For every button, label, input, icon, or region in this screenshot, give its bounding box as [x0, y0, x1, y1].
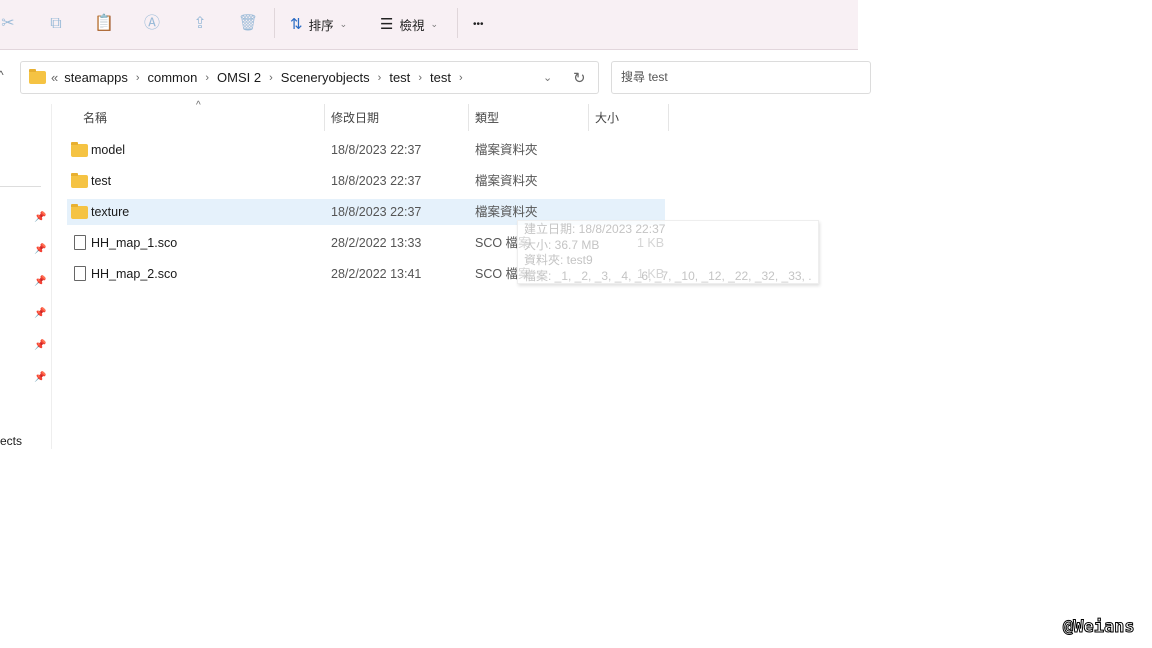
watermark: @Weians [1063, 617, 1136, 638]
address-bar[interactable]: « steamapps › common › OMSI 2 › Sceneryobje… [20, 61, 599, 94]
pin-icon[interactable]: 📌 [34, 244, 46, 255]
sort-button[interactable]: ⇅ 排序 ⌄ [290, 12, 347, 36]
sort-label: 排序 [308, 18, 334, 33]
view-button[interactable]: ☰ 檢視 ⌄ [380, 12, 438, 36]
chevron-right-icon[interactable]: › [205, 72, 209, 84]
chevron-right-icon[interactable]: › [378, 72, 382, 84]
breadcrumb-item[interactable]: test [389, 70, 410, 85]
search-input[interactable]: 搜尋 test [611, 61, 871, 94]
file-date: 28/2/2022 13:33 [331, 236, 422, 250]
column-header-date[interactable]: 修改日期 [331, 104, 379, 132]
cut-icon[interactable]: ✂ [0, 12, 20, 36]
pin-icon[interactable]: 📌 [34, 212, 46, 223]
breadcrumb-item[interactable]: common [148, 70, 198, 85]
chevron-right-icon[interactable]: › [136, 72, 140, 84]
address-dropdown-icon[interactable]: ⌄ [543, 71, 552, 84]
file-name: texture [91, 205, 130, 219]
file-row[interactable]: test 18/8/2023 22:37 檔案資料夾 [67, 168, 665, 194]
navigation-pane: 📌 📌 📌 📌 📌 📌 ects [0, 104, 52, 449]
file-name: test [91, 174, 112, 188]
tooltip-folders: 資料夾: test9 [524, 253, 593, 267]
pin-icon[interactable]: 📌 [34, 308, 46, 319]
column-header-type[interactable]: 類型 [475, 104, 499, 132]
more-options-button[interactable]: ••• [473, 12, 484, 36]
file-date: 18/8/2023 22:37 [331, 205, 422, 219]
file-type: 檔案資料夾 [475, 143, 538, 157]
chevron-right-icon[interactable]: › [459, 72, 463, 84]
file-date: 18/8/2023 22:37 [331, 143, 422, 157]
chevron-right-icon[interactable]: › [418, 72, 422, 84]
tooltip-files: 檔案: _1, _2, _3, _4, _6, _7, _10, _12, _2… [524, 268, 812, 283]
file-date: 28/2/2022 13:41 [331, 267, 422, 281]
breadcrumb-item[interactable]: steamapps [64, 70, 128, 85]
pin-icon[interactable]: 📌 [34, 276, 46, 287]
file-name: HH_map_2.sco [91, 267, 178, 281]
file-name: HH_map_1.sco [91, 236, 178, 250]
sort-ascending-icon: ^ [196, 100, 201, 111]
view-label: 檢視 [399, 18, 425, 33]
file-date: 18/8/2023 22:37 [331, 174, 422, 188]
chevron-down-icon: ⌄ [430, 18, 439, 29]
rename-icon[interactable]: Ⓐ [140, 12, 164, 36]
folder-tooltip: 建立日期: 18/8/2023 22:37 大小: 36.7 MB 資料夾: t… [517, 220, 819, 284]
chevron-down-icon: ⌄ [339, 18, 348, 29]
file-icon [74, 266, 86, 281]
tooltip-created: 建立日期: 18/8/2023 22:37 [524, 222, 666, 236]
breadcrumb-item[interactable]: Sceneryobjects [281, 70, 370, 85]
sort-icon: ⇅ [290, 16, 303, 33]
chevron-right-icon[interactable]: › [269, 72, 273, 84]
column-header-name[interactable]: 名稱 [83, 104, 107, 132]
file-type: 檔案資料夾 [475, 174, 538, 188]
copy-icon[interactable]: ⧉ [44, 12, 68, 36]
folder-icon [71, 142, 88, 157]
delete-icon[interactable]: 🗑 [236, 12, 260, 36]
refresh-icon[interactable]: ↻ [573, 69, 586, 87]
tooltip-size: 大小: 36.7 MB [524, 237, 600, 252]
file-icon [74, 235, 86, 250]
folder-icon [71, 204, 88, 219]
pin-icon[interactable]: 📌 [34, 340, 46, 351]
nav-item-label[interactable]: ects [0, 434, 22, 448]
pin-icon[interactable]: 📌 [34, 372, 46, 383]
column-header-size[interactable]: 大小 [595, 104, 619, 132]
share-icon[interactable]: ⇪ [188, 12, 212, 36]
folder-icon [71, 173, 88, 188]
file-name: model [91, 143, 126, 157]
breadcrumb-item[interactable]: test [430, 70, 451, 85]
breadcrumb-item[interactable]: OMSI 2 [217, 70, 261, 85]
view-icon: ☰ [380, 16, 394, 33]
up-arrow-icon[interactable]: ^ [0, 68, 4, 82]
command-bar: ✂ ⧉ 📋 Ⓐ ⇪ 🗑 ⇅ 排序 ⌄ ☰ 檢視 ⌄ ••• [0, 0, 858, 50]
file-row[interactable]: model 18/8/2023 22:37 檔案資料夾 [67, 137, 665, 163]
paste-icon[interactable]: 📋 [92, 12, 116, 36]
breadcrumb-overflow[interactable]: « [51, 70, 58, 85]
folder-icon [29, 69, 46, 84]
